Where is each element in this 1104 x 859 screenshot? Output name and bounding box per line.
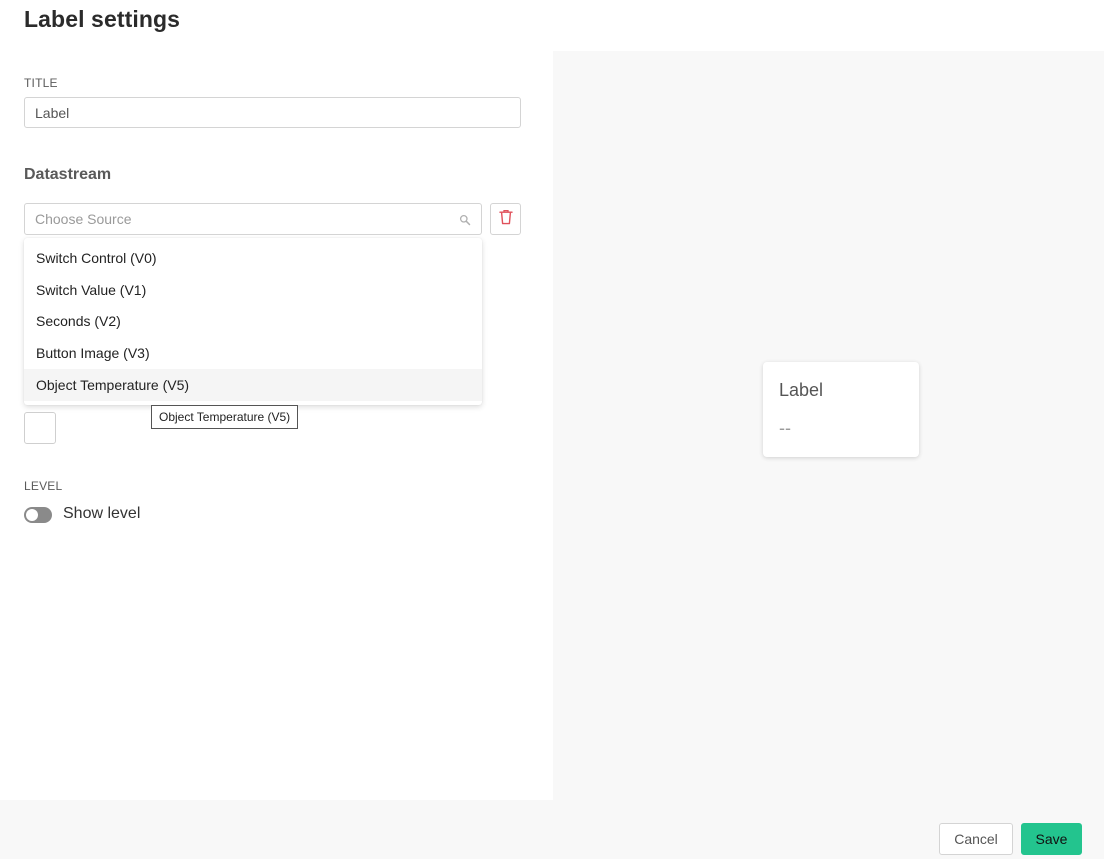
color-swatch[interactable] <box>24 412 56 444</box>
source-dropdown-list: Switch Control (V0) Switch Value (V1) Seco… <box>24 238 482 405</box>
dropdown-item[interactable]: Seconds (V2) <box>24 306 482 338</box>
save-button[interactable]: Save <box>1021 823 1082 855</box>
dropdown-item[interactable]: Button Image (V3) <box>24 337 482 369</box>
delete-datastream-button[interactable] <box>490 203 521 235</box>
trash-icon <box>498 209 513 230</box>
dropdown-item[interactable]: Object Temperature (V5) <box>24 369 482 401</box>
choose-source-placeholder: Choose Source <box>35 211 132 227</box>
dropdown-item[interactable]: Switch Control (V0) <box>24 242 482 274</box>
choose-source-select[interactable]: Choose Source <box>24 203 482 235</box>
datastream-heading: Datastream <box>24 166 112 183</box>
title-input[interactable] <box>24 97 521 128</box>
tooltip: Object Temperature (V5) <box>151 405 299 429</box>
cancel-button[interactable]: Cancel <box>939 823 1013 855</box>
toggle-knob <box>26 509 38 521</box>
title-section-label: TITLE <box>24 76 58 90</box>
widget-value: -- <box>779 418 791 438</box>
show-level-toggle[interactable] <box>24 507 52 523</box>
dropdown-item[interactable]: Switch Value (V1) <box>24 274 482 306</box>
search-icon <box>459 213 471 226</box>
show-level-label: Show level <box>63 505 141 522</box>
level-section-label: LEVEL <box>24 479 63 493</box>
label-widget-preview: Label -- <box>763 362 919 457</box>
page-title: Label settings <box>24 6 181 32</box>
widget-title: Label <box>779 380 824 400</box>
